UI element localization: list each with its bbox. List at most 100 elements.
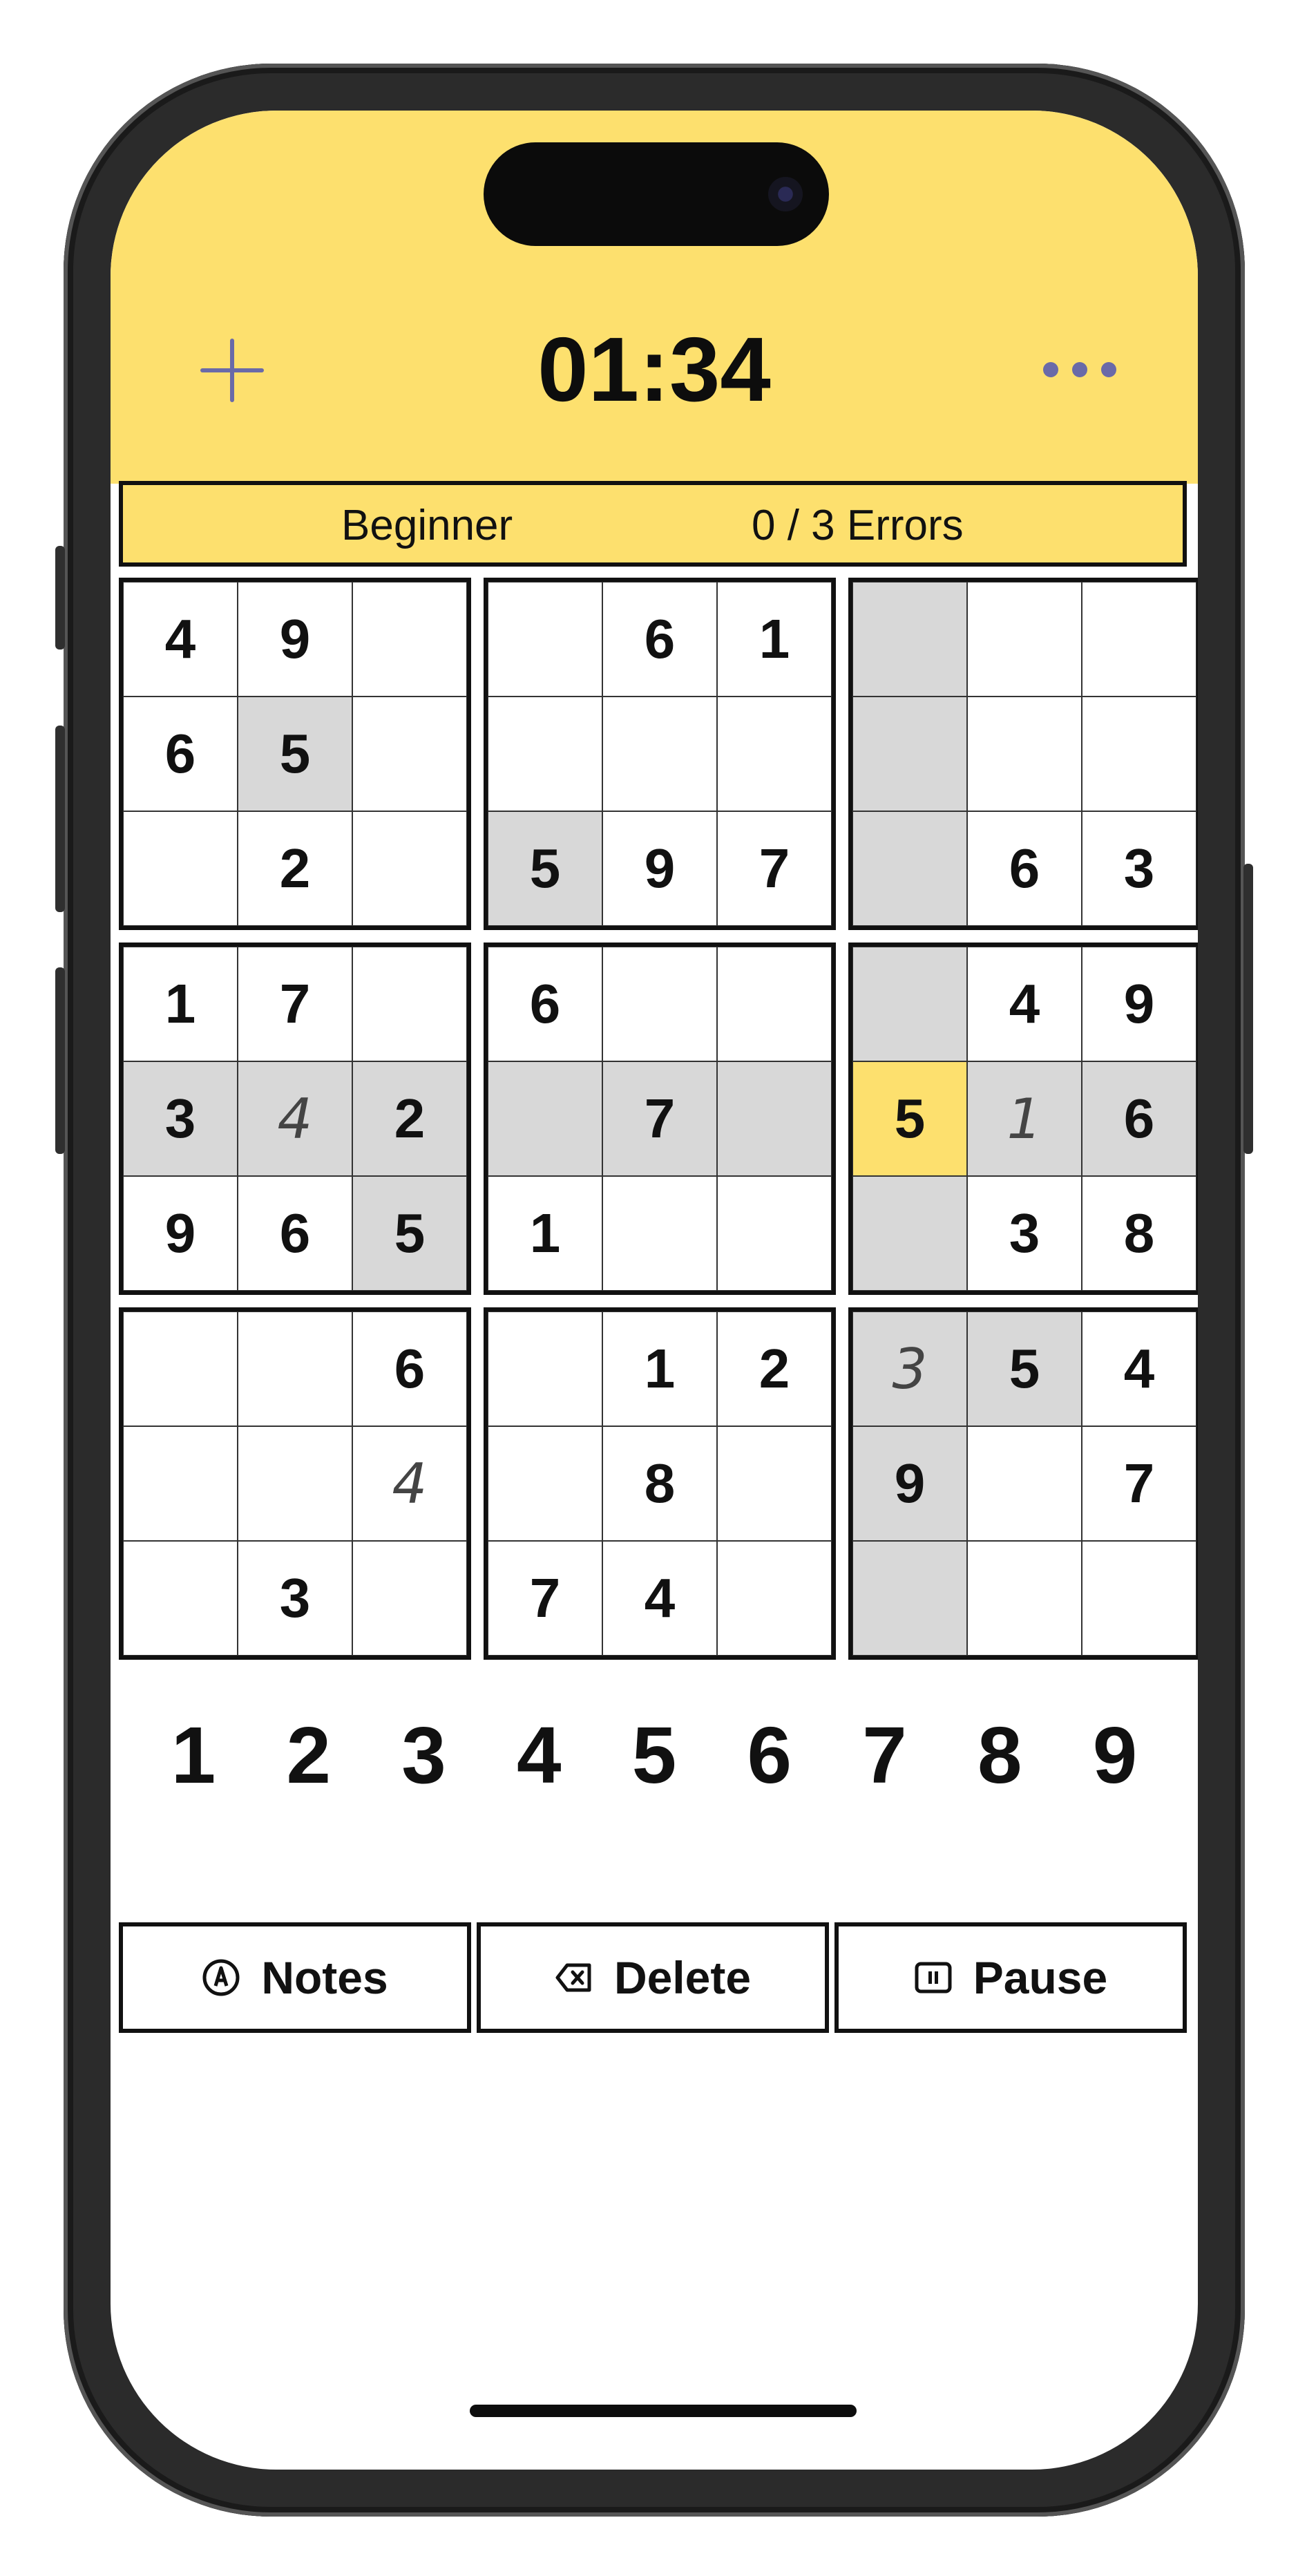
sudoku-cell[interactable]: 7 [238,947,352,1061]
number-key[interactable]: 8 [951,1700,1048,1810]
sudoku-cell[interactable] [123,1541,238,1656]
sudoku-cell[interactable] [717,1061,832,1176]
sudoku-cell[interactable] [852,947,967,1061]
sudoku-cell[interactable] [602,947,717,1061]
sudoku-cell[interactable] [488,1426,602,1541]
sudoku-cell[interactable]: 4 [352,1426,467,1541]
sudoku-cell[interactable]: 5 [352,1176,467,1291]
sudoku-cell[interactable] [352,582,467,697]
sudoku-cell[interactable]: 7 [488,1541,602,1656]
sudoku-cell[interactable] [717,697,832,811]
sudoku-cell[interactable]: 2 [238,811,352,926]
sudoku-cell[interactable] [238,1426,352,1541]
sudoku-cell[interactable] [1082,582,1196,697]
sudoku-cell[interactable]: 6 [488,947,602,1061]
sudoku-cell[interactable] [717,947,832,1061]
sudoku-cell[interactable]: 4 [967,947,1082,1061]
sudoku-cell[interactable] [852,1541,967,1656]
sudoku-cell[interactable] [352,811,467,926]
sudoku-cell[interactable]: 4 [1082,1311,1196,1426]
number-key[interactable]: 9 [1067,1700,1163,1810]
sudoku-cell[interactable] [488,697,602,811]
number-key[interactable]: 1 [145,1700,242,1810]
sudoku-cell[interactable]: 1 [123,947,238,1061]
sudoku-cell[interactable]: 4 [602,1541,717,1656]
sudoku-cell[interactable]: 3 [123,1061,238,1176]
sudoku-cell[interactable]: 5 [967,1311,1082,1426]
sudoku-cell[interactable]: 3 [852,1311,967,1426]
number-key[interactable]: 4 [490,1700,587,1810]
sudoku-cell[interactable] [717,1541,832,1656]
number-key[interactable]: 7 [837,1700,933,1810]
sudoku-cell[interactable] [852,582,967,697]
sudoku-cell[interactable]: 5 [488,811,602,926]
sudoku-cell[interactable]: 1 [717,582,832,697]
timer: 01:34 [537,319,771,420]
sudoku-cell[interactable]: 9 [238,582,352,697]
sudoku-cell[interactable]: 6 [352,1311,467,1426]
sudoku-cell[interactable]: 9 [1082,947,1196,1061]
sudoku-cell[interactable] [852,697,967,811]
sudoku-cell[interactable] [488,582,602,697]
sudoku-cell[interactable] [967,1541,1082,1656]
sudoku-cell[interactable] [852,1176,967,1291]
sudoku-cell[interactable] [967,697,1082,811]
sudoku-cell-selected[interactable]: 5 [852,1061,967,1176]
sudoku-cell[interactable]: 2 [352,1061,467,1176]
sudoku-cell[interactable] [717,1426,832,1541]
sudoku-cell[interactable]: 6 [238,1176,352,1291]
number-key[interactable]: 2 [260,1700,357,1810]
sudoku-cell[interactable]: 8 [602,1426,717,1541]
sudoku-cell[interactable]: 2 [717,1311,832,1426]
sudoku-cell[interactable] [967,582,1082,697]
sudoku-cell[interactable]: 4 [123,582,238,697]
sudoku-cell[interactable] [352,697,467,811]
sudoku-cell[interactable]: 3 [967,1176,1082,1291]
number-key[interactable]: 3 [376,1700,473,1810]
sudoku-cell[interactable]: 1 [967,1061,1082,1176]
sudoku-cell[interactable] [123,811,238,926]
sudoku-cell[interactable] [602,1176,717,1291]
number-key[interactable]: 5 [606,1700,703,1810]
sudoku-cell[interactable] [352,1541,467,1656]
sudoku-box: 35497 [848,1307,1198,1660]
sudoku-cell[interactable]: 9 [852,1426,967,1541]
sudoku-cell[interactable]: 7 [602,1061,717,1176]
sudoku-cell[interactable]: 6 [967,811,1082,926]
sudoku-cell[interactable] [717,1176,832,1291]
sudoku-cell[interactable]: 1 [602,1311,717,1426]
home-indicator[interactable] [470,2405,857,2417]
sudoku-cell[interactable]: 3 [238,1541,352,1656]
sudoku-cell[interactable]: 6 [1082,1061,1196,1176]
sudoku-cell[interactable]: 7 [717,811,832,926]
sudoku-cell[interactable]: 6 [602,582,717,697]
sudoku-cell[interactable] [1082,1541,1196,1656]
sudoku-cell[interactable] [1082,697,1196,811]
dynamic-island [484,142,829,246]
sudoku-cell[interactable] [852,811,967,926]
sudoku-cell[interactable]: 6 [123,697,238,811]
sudoku-cell[interactable] [488,1311,602,1426]
sudoku-cell[interactable]: 7 [1082,1426,1196,1541]
sudoku-cell[interactable]: 8 [1082,1176,1196,1291]
ellipsis-icon[interactable] [1043,358,1116,383]
notes-button[interactable]: Notes [119,1922,471,2033]
sudoku-cell[interactable]: 3 [1082,811,1196,926]
sudoku-cell[interactable] [488,1061,602,1176]
sudoku-cell[interactable] [123,1426,238,1541]
sudoku-cell[interactable]: 5 [238,697,352,811]
pause-button[interactable]: Pause [834,1922,1187,2033]
sudoku-cell[interactable]: 9 [123,1176,238,1291]
sudoku-cell[interactable]: 1 [488,1176,602,1291]
sudoku-cell[interactable] [602,697,717,811]
sudoku-cell[interactable]: 4 [238,1061,352,1176]
sudoku-cell[interactable] [352,947,467,1061]
sudoku-cell[interactable] [967,1426,1082,1541]
delete-button[interactable]: Delete [477,1922,829,2033]
sudoku-cell[interactable] [238,1311,352,1426]
sudoku-cell[interactable]: 9 [602,811,717,926]
errors-count: 0 / 3 Errors [752,502,964,549]
sudoku-board: 4965261597631734296567149516386431287435… [119,578,1198,1660]
sudoku-cell[interactable] [123,1311,238,1426]
number-key[interactable]: 6 [721,1700,818,1810]
